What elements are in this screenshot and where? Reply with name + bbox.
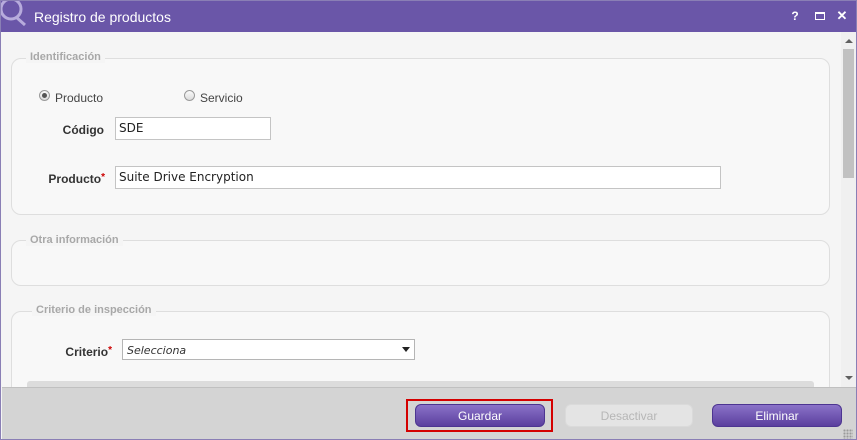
- scroll-thumb[interactable]: [843, 49, 854, 178]
- eliminar-button[interactable]: Eliminar: [712, 404, 842, 427]
- producto-radio-label[interactable]: Producto: [55, 91, 103, 105]
- otra-informacion-legend: Otra información: [26, 234, 123, 246]
- app-logo-icon: [1, 1, 31, 32]
- codigo-label: Código: [22, 123, 104, 137]
- scroll-up-icon[interactable]: [845, 39, 853, 43]
- criterio-select-value: Selecciona: [127, 344, 187, 357]
- codigo-label-text: Código: [62, 123, 104, 137]
- chevron-down-icon[interactable]: [402, 347, 410, 352]
- close-icon[interactable]: ✕: [833, 7, 851, 25]
- producto-label-text: Producto: [48, 172, 102, 186]
- servicio-radio[interactable]: [184, 90, 195, 101]
- codigo-input[interactable]: SDE: [115, 117, 271, 140]
- maximize-icon[interactable]: [811, 7, 829, 25]
- criterio-inspeccion-legend: Criterio de inspección: [32, 304, 156, 316]
- producto-label: Producto*: [22, 172, 105, 186]
- dialog-footer: Guardar Desactivar Eliminar: [2, 387, 856, 439]
- required-mark: *: [101, 172, 105, 183]
- vertical-scrollbar[interactable]: [841, 32, 856, 387]
- resize-grip-icon[interactable]: [843, 429, 853, 439]
- criterio-label-text: Criterio: [65, 345, 109, 359]
- required-mark: *: [108, 345, 112, 356]
- form-content: Identificación Producto Servicio Código …: [2, 32, 841, 387]
- criterio-label: Criterio*: [22, 345, 112, 359]
- producto-radio[interactable]: [39, 90, 50, 101]
- scroll-down-icon[interactable]: [845, 376, 853, 380]
- desactivar-button: Desactivar: [565, 404, 693, 427]
- identificacion-legend: Identificación: [26, 51, 105, 63]
- title-bar[interactable]: Registro de productos ? ✕: [1, 1, 856, 32]
- window-title: Registro de productos: [34, 9, 171, 25]
- product-registration-dialog: Registro de productos ? ✕ Identificación…: [0, 0, 857, 440]
- guardar-button[interactable]: Guardar: [415, 404, 545, 427]
- servicio-radio-label[interactable]: Servicio: [200, 91, 243, 105]
- help-icon[interactable]: ?: [786, 7, 804, 25]
- otra-informacion-section: [11, 240, 830, 286]
- criterio-select[interactable]: Selecciona: [122, 339, 415, 360]
- producto-input[interactable]: Suite Drive Encryption: [115, 166, 721, 189]
